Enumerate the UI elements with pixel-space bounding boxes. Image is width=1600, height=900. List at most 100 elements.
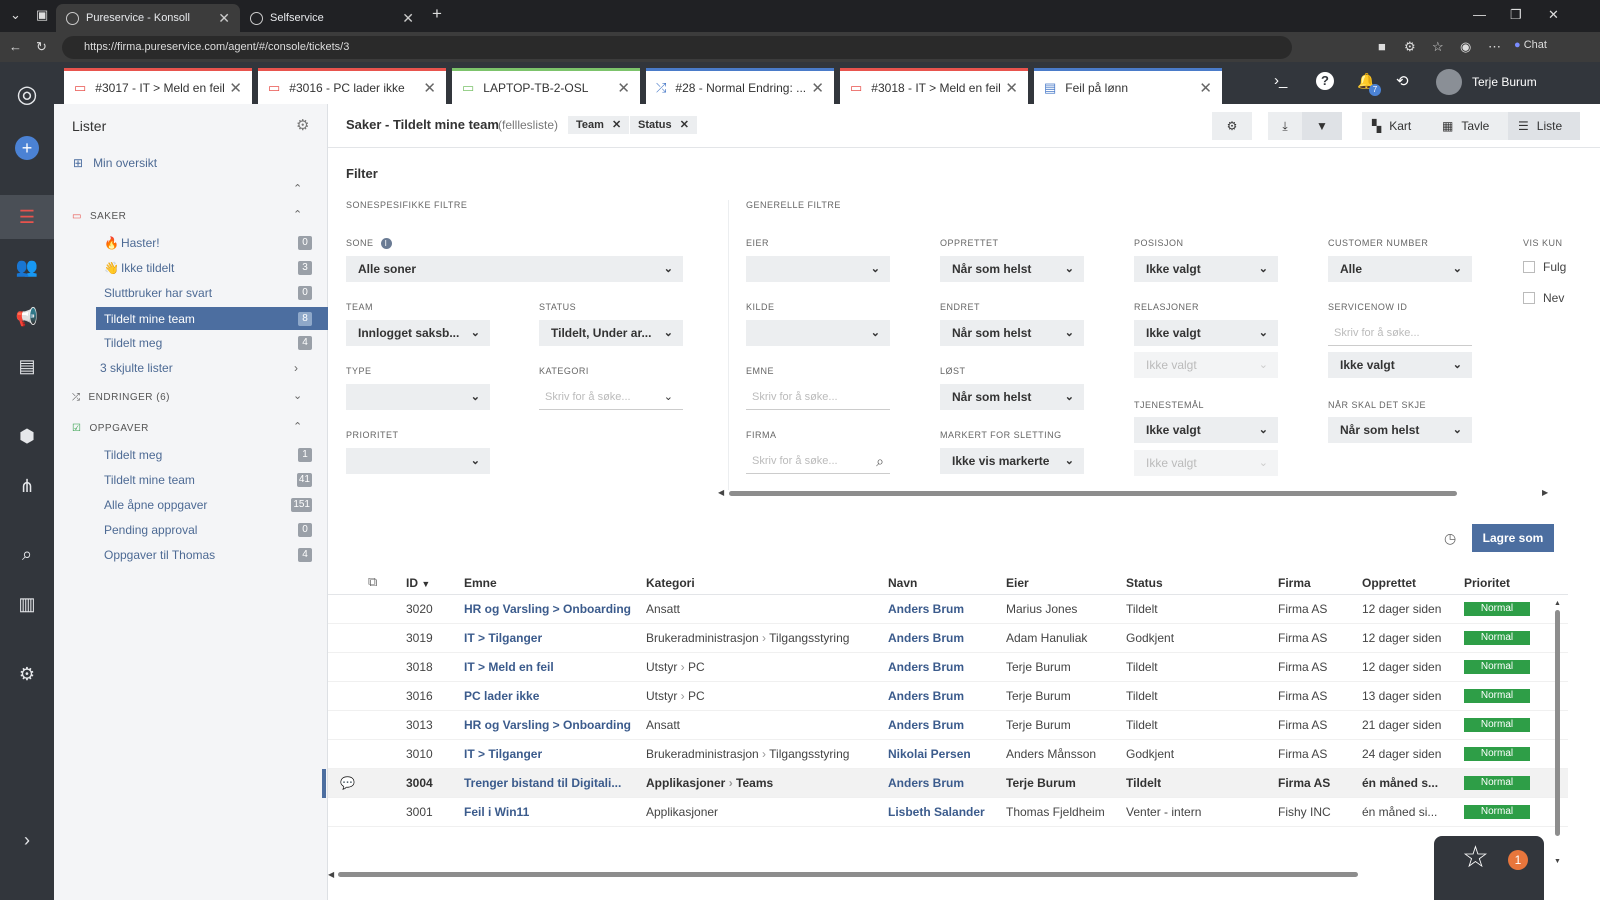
section-oppgaver[interactable]: ☑ OPPGAVER bbox=[72, 423, 149, 434]
clock-icon[interactable]: ◷ bbox=[1444, 530, 1456, 547]
chat-button[interactable]: ● Chat bbox=[1514, 39, 1547, 51]
kilde-select[interactable]: ⌄ bbox=[746, 320, 890, 346]
servicenow-select[interactable]: Ikke valgt ⌄ bbox=[1328, 352, 1472, 378]
scroll-down-icon[interactable]: ▼ bbox=[1554, 858, 1561, 865]
opprettet-select[interactable]: Når som helst ⌄ bbox=[940, 256, 1084, 282]
hierarchy-icon[interactable]: ⋔ bbox=[0, 464, 54, 508]
chevron-down-icon[interactable]: ⌄ bbox=[293, 389, 302, 402]
scroll-left-icon[interactable]: ◀ bbox=[718, 488, 724, 497]
emne-input[interactable]: Skriv for å søke... bbox=[746, 384, 890, 410]
checkbox[interactable] bbox=[1523, 261, 1535, 273]
cell-emne[interactable]: IT > Tilganger bbox=[464, 740, 542, 769]
column-picker-icon[interactable]: ⧉ bbox=[368, 574, 377, 590]
sidebar-task-tildelt-meg[interactable]: Tildelt meg 1 bbox=[54, 444, 328, 466]
table-row[interactable]: 3020 HR og Varsling > Onboarding Ansatt And… bbox=[328, 595, 1568, 624]
customer-number-select[interactable]: Alle ⌄ bbox=[1328, 256, 1472, 282]
tab-3018[interactable]: ▭ #3018 - IT > Meld en feil ✕ bbox=[840, 68, 1028, 104]
search-icon[interactable]: ⌕ bbox=[876, 448, 884, 474]
prioritet-select[interactable]: ⌄ bbox=[346, 448, 490, 474]
maximize-icon[interactable]: ❐ bbox=[1510, 7, 1522, 23]
close-icon[interactable]: ✕ bbox=[811, 79, 824, 97]
sidebar-task-thomas[interactable]: Oppgaver til Thomas 4 bbox=[54, 544, 328, 566]
window-close-icon[interactable]: ✕ bbox=[1548, 7, 1559, 23]
col-kategori[interactable]: Kategori bbox=[646, 576, 695, 590]
minimize-icon[interactable]: — bbox=[1473, 7, 1486, 22]
tab-feil-pa-lonn[interactable]: ▤ Feil på lønn ✕ bbox=[1034, 68, 1222, 104]
workspaces-icon[interactable]: ▣ bbox=[36, 7, 48, 23]
col-eier[interactable]: Eier bbox=[1006, 576, 1029, 590]
scroll-left-icon[interactable]: ◀ bbox=[328, 870, 334, 879]
cell-navn[interactable]: Anders Brum bbox=[888, 624, 964, 653]
new-tab-icon[interactable]: + bbox=[432, 4, 442, 24]
lost-select[interactable]: Når som helst ⌄ bbox=[940, 384, 1084, 410]
avatar[interactable] bbox=[1436, 69, 1462, 95]
sidebar-item-tildelt-meg[interactable]: Tildelt meg 4 bbox=[54, 332, 328, 354]
relasjoner-select[interactable]: Ikke valgt ⌄ bbox=[1134, 320, 1278, 346]
endret-select[interactable]: Når som helst ⌄ bbox=[940, 320, 1084, 346]
close-icon[interactable]: ✕ bbox=[423, 79, 436, 97]
settings-button[interactable]: ⚙ bbox=[1212, 112, 1252, 140]
list-icon[interactable]: ☰ bbox=[0, 195, 54, 239]
scroll-right-icon[interactable]: ▶ bbox=[1542, 488, 1548, 497]
servicenow-input[interactable]: Skriv for å søke... bbox=[1328, 320, 1472, 346]
table-hscrollbar[interactable] bbox=[338, 872, 1358, 877]
vis-kun-option-2[interactable]: Nev bbox=[1523, 291, 1564, 305]
logo-icon[interactable]: ◎ bbox=[0, 72, 54, 116]
book-icon[interactable]: ▤ bbox=[0, 344, 54, 388]
cell-emne[interactable]: HR og Varsling > Onboarding bbox=[464, 595, 631, 624]
cell-emne[interactable]: Trenger bistand til Digitali... bbox=[464, 769, 621, 798]
url-input[interactable]: https://firma.pureservice.com/agent/#/co… bbox=[62, 36, 1292, 59]
view-liste[interactable]: ☰ Liste bbox=[1508, 112, 1580, 140]
close-icon[interactable]: ✕ bbox=[612, 119, 621, 131]
posisjon-select[interactable]: Ikke valgt ⌄ bbox=[1134, 256, 1278, 282]
chevron-up-icon[interactable]: ⌃ bbox=[293, 208, 302, 221]
add-icon[interactable]: + bbox=[0, 126, 54, 170]
table-row[interactable]: 3018 IT > Meld en feil Utstyr › PC Anders B… bbox=[328, 653, 1568, 682]
markert-select[interactable]: Ikke vis markerte ⌄ bbox=[940, 448, 1084, 474]
sidebar-item-ikke-tildelt[interactable]: 👋 Ikke tildelt 3 bbox=[54, 257, 328, 279]
box-icon[interactable]: ⬢ bbox=[0, 414, 54, 458]
info-icon[interactable]: i bbox=[380, 238, 392, 249]
table-row[interactable]: 3019 IT > Tilganger Brukeradministrasjon ›… bbox=[328, 624, 1568, 653]
close-icon[interactable]: ✕ bbox=[1005, 79, 1018, 97]
checkbox[interactable] bbox=[1523, 292, 1535, 304]
cell-navn[interactable]: Anders Brum bbox=[888, 682, 964, 711]
tab-3017[interactable]: ▭ #3017 - IT > Meld en feil ✕ bbox=[64, 68, 252, 104]
scroll-up-icon[interactable]: ▲ bbox=[1554, 600, 1561, 607]
terminal-icon[interactable]: ›_ bbox=[1274, 72, 1287, 89]
filter-pill-team[interactable]: Team ✕ bbox=[568, 116, 630, 134]
sidebar-task-pending[interactable]: Pending approval 0 bbox=[54, 519, 328, 541]
cell-navn[interactable]: Anders Brum bbox=[888, 653, 964, 682]
close-icon[interactable]: ✕ bbox=[402, 10, 414, 27]
more-icon[interactable]: ⋯ bbox=[1488, 39, 1501, 55]
chevron-up-icon[interactable]: ⌃ bbox=[293, 420, 302, 433]
table-row[interactable]: 3010 IT > Tilganger Brukeradministrasjon ›… bbox=[328, 740, 1568, 769]
table-row[interactable]: 3001 Feil i Win11 Applikasjoner Lisbeth Sal… bbox=[328, 798, 1568, 827]
cell-emne[interactable]: HR og Varsling > Onboarding bbox=[464, 711, 631, 740]
user-name[interactable]: Terje Burum bbox=[1472, 75, 1537, 89]
extension-icon[interactable]: ■ bbox=[1378, 39, 1386, 54]
back-icon[interactable]: ← bbox=[9, 39, 22, 54]
tab-laptop[interactable]: ▭ LAPTOP-TB-2-OSL ✕ bbox=[452, 68, 640, 104]
cell-emne[interactable]: IT > Meld en feil bbox=[464, 653, 554, 682]
users-icon[interactable]: 👥 bbox=[0, 245, 54, 289]
sidebar-item-haster[interactable]: 🔥 Haster! 0 bbox=[54, 232, 328, 254]
reload-icon[interactable]: ↻ bbox=[36, 39, 47, 55]
collapse-all-icon[interactable]: ⌃ bbox=[293, 182, 302, 195]
col-status[interactable]: Status bbox=[1126, 576, 1163, 590]
view-kart[interactable]: ▚ Kart bbox=[1362, 112, 1432, 140]
table-row[interactable]: 3016 PC lader ikke Utstyr › PC Anders Brum T… bbox=[328, 682, 1568, 711]
close-icon[interactable]: ✕ bbox=[680, 119, 689, 131]
col-firma[interactable]: Firma bbox=[1278, 576, 1311, 590]
gear-icon[interactable]: ⚙ bbox=[296, 116, 309, 134]
sidebar-task-alle-apne[interactable]: Alle åpne oppgaver 151 bbox=[54, 494, 328, 516]
favorites-icon[interactable]: ☆ bbox=[1432, 39, 1444, 55]
sidebar-item-overview[interactable]: ⊞ Min oversikt bbox=[54, 152, 328, 174]
close-icon[interactable]: ✕ bbox=[1199, 79, 1212, 97]
extensions-icon[interactable]: ⚙ bbox=[1404, 39, 1416, 55]
sidebar-task-tildelt-mine-team[interactable]: Tildelt mine team 41 bbox=[54, 469, 328, 491]
cell-emne[interactable]: IT > Tilganger bbox=[464, 624, 542, 653]
table-row[interactable]: 💬 3004 Trenger bistand til Digitali... Appl… bbox=[322, 769, 1568, 798]
cell-emne[interactable]: Feil i Win11 bbox=[464, 798, 529, 827]
section-saker[interactable]: ▭ SAKER bbox=[72, 211, 126, 222]
